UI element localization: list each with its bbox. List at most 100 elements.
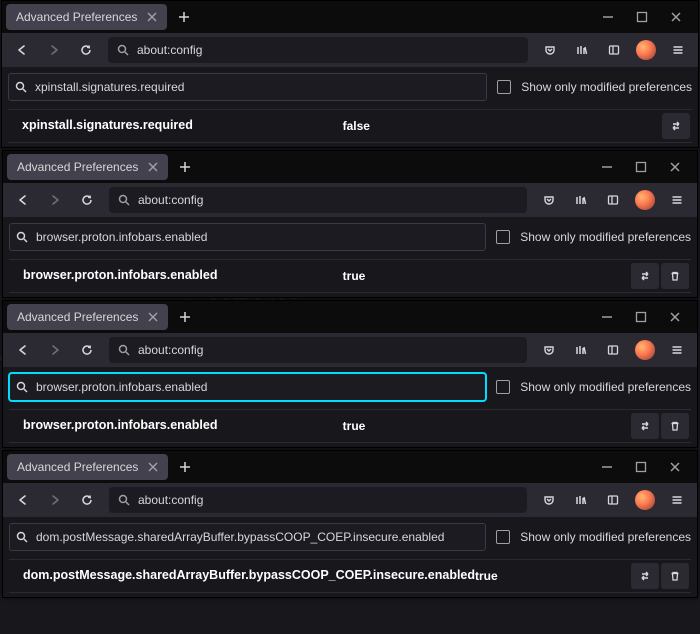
show-modified-checkbox[interactable] xyxy=(497,80,511,94)
profile-button[interactable] xyxy=(631,336,659,364)
search-icon xyxy=(16,231,28,243)
search-icon xyxy=(118,344,130,356)
sidebar-button[interactable] xyxy=(599,336,627,364)
new-tab-button[interactable] xyxy=(171,4,197,30)
url-bar[interactable] xyxy=(108,37,528,63)
reload-button[interactable] xyxy=(72,36,100,64)
url-input[interactable] xyxy=(136,342,518,358)
toggle-button[interactable] xyxy=(631,563,659,589)
profile-button[interactable] xyxy=(632,36,660,64)
reload-button[interactable] xyxy=(73,186,101,214)
new-tab-button[interactable] xyxy=(172,154,198,180)
profile-button[interactable] xyxy=(631,186,659,214)
pref-search-field[interactable] xyxy=(9,223,486,251)
new-tab-button[interactable] xyxy=(172,304,198,330)
window-maximize-button[interactable] xyxy=(627,454,655,480)
back-button[interactable] xyxy=(9,486,37,514)
app-menu-button[interactable] xyxy=(663,186,691,214)
reset-button[interactable] xyxy=(661,413,689,439)
browser-tab[interactable]: Advanced Preferences xyxy=(7,454,168,480)
show-modified-label: Show only modified preferences xyxy=(520,230,691,244)
pref-search-field[interactable] xyxy=(8,73,487,101)
window-maximize-button[interactable] xyxy=(628,4,656,30)
sidebar-button[interactable] xyxy=(599,186,627,214)
forward-button[interactable] xyxy=(41,186,69,214)
library-button[interactable] xyxy=(567,186,595,214)
sidebar-button[interactable] xyxy=(600,36,628,64)
tab-title: Advanced Preferences xyxy=(17,160,138,174)
pref-search-input[interactable] xyxy=(34,229,479,245)
browser-window: Advanced Preferences xyxy=(2,450,698,598)
tab-close-button[interactable] xyxy=(146,160,160,174)
pref-search-input[interactable] xyxy=(34,529,479,545)
window-close-button[interactable] xyxy=(662,4,690,30)
pref-value: true xyxy=(475,569,631,583)
browser-tab[interactable]: Advanced Preferences xyxy=(7,304,168,330)
forward-button[interactable] xyxy=(41,336,69,364)
window-close-button[interactable] xyxy=(661,154,689,180)
toggle-button[interactable] xyxy=(631,413,659,439)
sidebar-button[interactable] xyxy=(599,486,627,514)
app-menu-button[interactable] xyxy=(663,336,691,364)
pref-name: dom.postMessage.sharedArrayBuffer.bypass… xyxy=(23,568,475,584)
pocket-button[interactable] xyxy=(535,336,563,364)
pref-search-input[interactable] xyxy=(34,379,479,395)
library-button[interactable] xyxy=(567,486,595,514)
pref-row: dom.postMessage.sharedArrayBuffer.bypass… xyxy=(9,559,691,593)
toggle-button[interactable] xyxy=(631,263,659,289)
window-close-button[interactable] xyxy=(661,454,689,480)
window-minimize-button[interactable] xyxy=(593,304,621,330)
app-menu-button[interactable] xyxy=(664,36,692,64)
browser-window: Advanced Preferences xyxy=(1,0,699,148)
pref-search-field[interactable] xyxy=(9,373,486,401)
tab-close-button[interactable] xyxy=(146,310,160,324)
show-modified-checkbox[interactable] xyxy=(496,530,510,544)
pref-value: true xyxy=(343,419,631,433)
library-button[interactable] xyxy=(567,336,595,364)
url-bar[interactable] xyxy=(109,487,527,513)
app-menu-button[interactable] xyxy=(663,486,691,514)
pref-row: xpinstall.signatures.required false xyxy=(8,109,692,143)
url-input[interactable] xyxy=(136,192,518,208)
reset-button[interactable] xyxy=(661,563,689,589)
url-bar[interactable] xyxy=(109,187,527,213)
tab-close-button[interactable] xyxy=(146,460,160,474)
pref-search-field[interactable] xyxy=(9,523,486,551)
forward-button[interactable] xyxy=(41,486,69,514)
pocket-button[interactable] xyxy=(535,486,563,514)
pocket-button[interactable] xyxy=(535,186,563,214)
window-maximize-button[interactable] xyxy=(627,304,655,330)
url-input[interactable] xyxy=(136,492,518,508)
browser-tab[interactable]: Advanced Preferences xyxy=(7,154,168,180)
url-input[interactable] xyxy=(135,42,519,58)
window-minimize-button[interactable] xyxy=(593,154,621,180)
toggle-button[interactable] xyxy=(662,113,690,139)
window-minimize-button[interactable] xyxy=(593,454,621,480)
show-modified-label: Show only modified preferences xyxy=(520,530,691,544)
library-button[interactable] xyxy=(568,36,596,64)
show-modified-checkbox[interactable] xyxy=(496,380,510,394)
reload-button[interactable] xyxy=(73,336,101,364)
search-icon xyxy=(118,194,130,206)
url-bar[interactable] xyxy=(109,337,527,363)
reset-button[interactable] xyxy=(661,263,689,289)
browser-window: Advanced Preferences xyxy=(2,150,698,298)
pocket-button[interactable] xyxy=(536,36,564,64)
profile-button[interactable] xyxy=(631,486,659,514)
window-maximize-button[interactable] xyxy=(627,154,655,180)
search-icon xyxy=(16,531,28,543)
browser-tab[interactable]: Advanced Preferences xyxy=(6,4,167,30)
tab-close-button[interactable] xyxy=(145,10,159,24)
forward-button[interactable] xyxy=(40,36,68,64)
back-button[interactable] xyxy=(9,186,37,214)
show-modified-checkbox[interactable] xyxy=(496,230,510,244)
aboutconfig-content: Show only modified preferences browser.p… xyxy=(3,367,697,447)
back-button[interactable] xyxy=(8,36,36,64)
reload-button[interactable] xyxy=(73,486,101,514)
pref-search-input[interactable] xyxy=(33,79,480,95)
window-minimize-button[interactable] xyxy=(594,4,622,30)
back-button[interactable] xyxy=(9,336,37,364)
window-close-button[interactable] xyxy=(661,304,689,330)
nav-toolbar xyxy=(3,333,697,367)
new-tab-button[interactable] xyxy=(172,454,198,480)
